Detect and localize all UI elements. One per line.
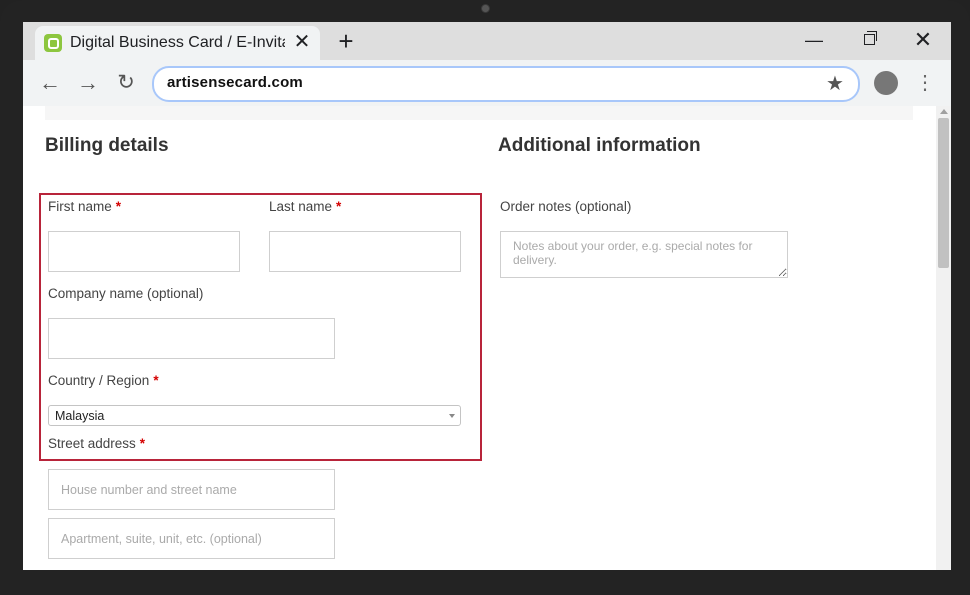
country-select[interactable]: Malaysia	[48, 405, 461, 426]
scrollbar-thumb[interactable]	[938, 118, 949, 268]
reload-icon[interactable]: ↻	[113, 70, 139, 96]
close-window-button[interactable]: ✕	[903, 26, 943, 54]
dropdown-arrow-icon	[449, 414, 455, 418]
forward-arrow-icon[interactable]: →	[75, 70, 101, 96]
additional-heading: Additional information	[498, 135, 701, 156]
restore-button[interactable]	[849, 26, 889, 54]
browser-menu-icon[interactable]: ⋮	[915, 70, 935, 96]
required-mark: *	[153, 373, 159, 388]
scroll-up-arrow-icon[interactable]	[940, 109, 948, 114]
street-label-text: Street address	[48, 436, 136, 451]
first-name-label: First name *	[48, 199, 121, 214]
required-mark: *	[139, 436, 146, 451]
site-favicon-icon	[44, 34, 62, 52]
minimize-button[interactable]: —	[794, 26, 834, 54]
address-bar[interactable]: artisensecard.com ★	[152, 66, 860, 102]
browser-tab[interactable]: Digital Business Card / E-Invita ✕	[35, 26, 320, 60]
company-input[interactable]	[48, 318, 335, 359]
order-notes-label: Order notes (optional)	[500, 199, 632, 214]
bookmark-star-icon[interactable]: ★	[826, 71, 844, 96]
browser-toolbar: ← → ↻ artisensecard.com ★ ⋮	[23, 60, 951, 106]
tab-strip: Digital Business Card / E-Invita ✕ + — ✕	[23, 22, 951, 60]
street-address-input[interactable]	[48, 469, 335, 510]
order-notes-textarea[interactable]	[500, 231, 788, 278]
page-scrollbar[interactable]	[936, 106, 951, 570]
last-name-label: Last name *	[269, 199, 341, 214]
new-tab-button[interactable]: +	[332, 28, 360, 56]
billing-heading: Billing details	[45, 135, 169, 156]
first-name-input[interactable]	[48, 231, 240, 272]
last-name-input[interactable]	[269, 231, 461, 272]
page-top-strip	[45, 106, 913, 120]
country-label-text: Country / Region	[48, 373, 150, 388]
tab-close-icon[interactable]: ✕	[290, 30, 314, 54]
required-mark: *	[115, 199, 122, 214]
country-select-value: Malaysia	[55, 409, 105, 423]
profile-avatar[interactable]	[874, 71, 898, 95]
company-label: Company name (optional)	[48, 286, 204, 301]
apartment-input[interactable]	[48, 518, 335, 559]
checkout-page: Billing details First name * Last name * C…	[23, 106, 951, 570]
tab-title: Digital Business Card / E-Invita	[70, 34, 285, 51]
first-name-label-text: First name	[48, 199, 112, 214]
webcam	[481, 4, 490, 13]
url-text: artisensecard.com	[167, 74, 303, 91]
required-mark: *	[336, 199, 342, 214]
street-label: Street address *	[48, 436, 145, 451]
country-label: Country / Region *	[48, 373, 159, 388]
last-name-label-text: Last name	[269, 199, 333, 214]
restore-icon-back	[867, 31, 877, 41]
browser-window: Digital Business Card / E-Invita ✕ + — ✕…	[23, 22, 951, 570]
back-arrow-icon[interactable]: ←	[37, 70, 63, 96]
